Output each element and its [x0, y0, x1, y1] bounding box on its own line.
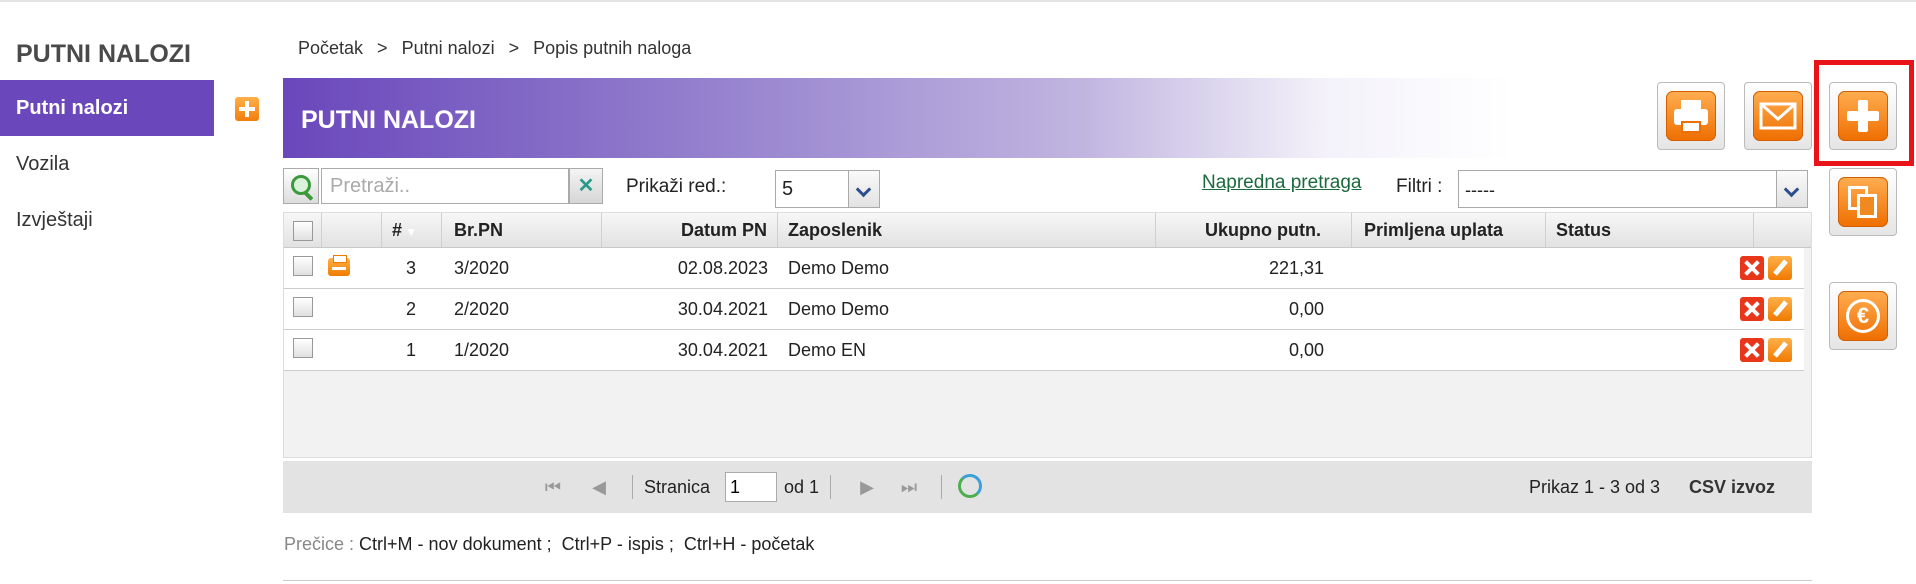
travel-orders-table: # ▼ Br.PN Datum PN Zaposlenik Ukupno put… [283, 212, 1812, 458]
rows-per-page-select[interactable]: 5 [775, 170, 880, 208]
breadcrumb-current: Popis putnih naloga [533, 38, 692, 58]
search-input[interactable] [321, 168, 569, 204]
prev-page-icon[interactable]: ◀ [589, 477, 609, 497]
column-datum[interactable]: Datum PN [602, 213, 778, 247]
sidebar-item-putni-nalozi[interactable]: Putni nalozi [0, 80, 214, 136]
page-title: PUTNI NALOZI [301, 106, 476, 134]
delete-icon[interactable] [1740, 297, 1764, 321]
advanced-search-link[interactable]: Napredna pretraga [1202, 172, 1362, 194]
sidebar-item-vozila[interactable]: Vozila [0, 136, 214, 192]
page-header: PUTNI NALOZI [283, 78, 1513, 158]
filter-label: Filtri : [1396, 176, 1443, 197]
next-page-icon[interactable]: ▶ [857, 477, 877, 497]
add-icon[interactable] [235, 97, 259, 121]
rows-label: Prikaži red.: [626, 176, 727, 197]
sidebar-item-izvjestaji[interactable]: Izvještaji [0, 192, 214, 248]
copy-button[interactable] [1829, 168, 1897, 236]
euro-icon: € [1838, 291, 1888, 341]
page-number-input[interactable] [725, 472, 777, 502]
delete-icon[interactable] [1740, 338, 1764, 362]
table-row[interactable]: 1 1/2020 30.04.2021 Demo EN 0,00 [284, 330, 1804, 371]
highlight-frame [1814, 60, 1914, 166]
filter-select[interactable]: ----- [1458, 170, 1808, 208]
column-uplata[interactable]: Primljena uplata [1352, 213, 1546, 247]
column-num[interactable]: # ▼ [382, 213, 442, 247]
csv-export-button[interactable]: CSV izvoz [1689, 477, 1775, 498]
printer-icon [1666, 91, 1716, 141]
column-status[interactable]: Status [1546, 213, 1754, 247]
edit-icon[interactable] [1768, 256, 1792, 280]
last-page-icon[interactable]: ⏭ [899, 477, 919, 497]
column-zaposlenik[interactable]: Zaposlenik [778, 213, 1156, 247]
chevron-down-icon[interactable] [848, 171, 879, 207]
mail-icon [1753, 91, 1803, 141]
printed-icon [328, 255, 350, 276]
records-summary: Prikaz 1 - 3 od 3 [1529, 477, 1661, 497]
row-checkbox[interactable] [293, 256, 313, 276]
bottom-divider [283, 580, 1812, 581]
refresh-icon[interactable] [958, 474, 982, 498]
pager: ⏮ ◀ Stranica od 1 ▶ ⏭ Prikaz 1 - 3 od 3 … [283, 461, 1812, 513]
row-checkbox[interactable] [293, 297, 313, 317]
page-count: od 1 [784, 477, 820, 497]
email-button[interactable] [1744, 82, 1812, 150]
page-label: Stranica [644, 477, 711, 497]
chevron-down-icon[interactable] [1776, 171, 1807, 207]
select-all-checkbox[interactable] [293, 221, 313, 241]
row-checkbox[interactable] [293, 338, 313, 358]
breadcrumb-home[interactable]: Početak [298, 38, 363, 58]
column-ukupno[interactable]: Ukupno putn. [1156, 213, 1352, 247]
zoom-search-icon[interactable] [283, 168, 319, 204]
payment-button[interactable]: € [1829, 282, 1897, 350]
table-row[interactable]: 3 3/2020 02.08.2023 Demo Demo 221,31 [284, 248, 1804, 289]
table-header: # ▼ Br.PN Datum PN Zaposlenik Ukupno put… [284, 213, 1811, 248]
column-br-pn[interactable]: Br.PN [442, 213, 602, 247]
sidebar-title: PUTNI NALOZI [16, 40, 191, 68]
edit-icon[interactable] [1768, 338, 1792, 362]
breadcrumb-putni-nalozi[interactable]: Putni nalozi [402, 38, 495, 58]
edit-icon[interactable] [1768, 297, 1792, 321]
table-row[interactable]: 2 2/2020 30.04.2021 Demo Demo 0,00 [284, 289, 1804, 330]
clear-search-button[interactable]: ✕ [569, 168, 603, 204]
keyboard-shortcuts: Prečice : Ctrl+M - nov dokument ; Ctrl+P… [284, 534, 815, 554]
top-divider [0, 0, 1916, 2]
print-button[interactable] [1657, 82, 1725, 150]
first-page-icon[interactable]: ⏮ [543, 477, 563, 497]
delete-icon[interactable] [1740, 256, 1764, 280]
copy-icon [1838, 177, 1888, 227]
breadcrumb: Početak > Putni nalozi > Popis putnih naloga [298, 38, 692, 58]
